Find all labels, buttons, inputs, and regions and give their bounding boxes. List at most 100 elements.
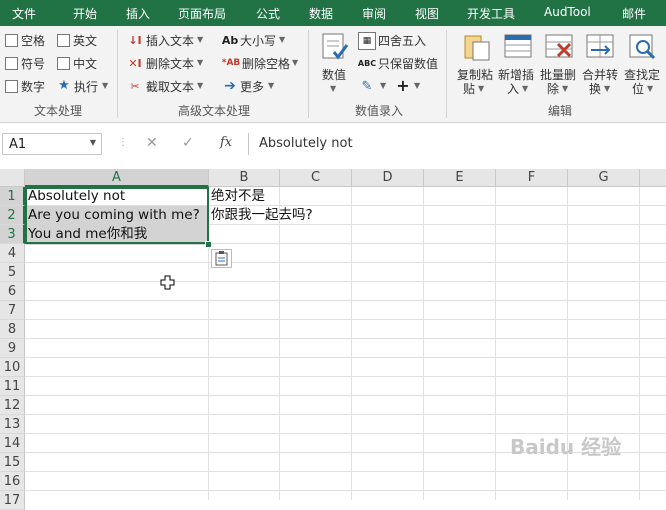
cell-b1[interactable]: 绝对不是 bbox=[211, 187, 265, 206]
column-header-e[interactable]: E bbox=[424, 169, 496, 187]
checkbox-chinese-label: 中文 bbox=[73, 57, 98, 71]
merge-convert-dropdown-icon[interactable]: ▼ bbox=[604, 84, 610, 93]
cell-a2[interactable]: Are you coming with me? bbox=[28, 206, 200, 225]
case-button[interactable]: 大小写 bbox=[240, 32, 276, 49]
row-header[interactable]: 9 bbox=[0, 339, 25, 358]
checkbox-chinese[interactable] bbox=[57, 57, 70, 70]
column-header-g[interactable]: G bbox=[568, 169, 640, 187]
numeric-dropdown-icon[interactable]: ▼ bbox=[330, 84, 336, 93]
menu-review[interactable]: 审阅 bbox=[362, 5, 386, 22]
row-header[interactable]: 1 bbox=[0, 187, 25, 206]
insert-text-dropdown-icon[interactable]: ▼ bbox=[197, 35, 203, 44]
copy-paste-dropdown-icon[interactable]: ▼ bbox=[478, 84, 484, 93]
find-locate-dropdown-icon[interactable]: ▼ bbox=[647, 84, 653, 93]
column-header-f[interactable]: F bbox=[496, 169, 568, 187]
delete-spaces-dropdown-icon[interactable]: ▼ bbox=[292, 58, 298, 67]
add-icon[interactable]: + bbox=[396, 76, 410, 95]
menu-file[interactable]: 文件 bbox=[12, 5, 36, 22]
group-label-advanced-text: 高级文本处理 bbox=[178, 104, 251, 118]
column-header-c[interactable]: C bbox=[280, 169, 352, 187]
insert-function-icon[interactable]: fx bbox=[220, 135, 232, 150]
column-header-h[interactable] bbox=[640, 169, 666, 187]
insert-rows-icon bbox=[504, 34, 532, 58]
row-header[interactable]: 8 bbox=[0, 320, 25, 339]
copy-paste-icon bbox=[464, 35, 490, 61]
delete-spaces-button[interactable]: 删除空格 bbox=[242, 55, 290, 72]
select-all-corner[interactable] bbox=[0, 169, 25, 187]
extract-text-button[interactable]: 截取文本 bbox=[146, 78, 194, 95]
checkbox-symbol-label: 符号 bbox=[21, 57, 46, 71]
paste-options-button[interactable] bbox=[211, 249, 232, 268]
column-header-b[interactable]: B bbox=[209, 169, 280, 187]
row-header[interactable]: 16 bbox=[0, 472, 25, 491]
row-header[interactable]: 15 bbox=[0, 453, 25, 472]
gridline bbox=[25, 357, 666, 358]
menu-insert[interactable]: 插入 bbox=[126, 5, 150, 22]
menu-developer[interactable]: 开发工具 bbox=[467, 5, 515, 22]
column-header-d[interactable]: D bbox=[352, 169, 424, 187]
batch-delete-dropdown-icon[interactable]: ▼ bbox=[562, 84, 568, 93]
cell-a3[interactable]: You and me你和我 bbox=[28, 225, 147, 244]
gridline bbox=[25, 338, 666, 339]
cell-b2[interactable]: 你跟我一起去吗? bbox=[211, 206, 313, 225]
cancel-icon[interactable]: ✕ bbox=[146, 135, 158, 151]
batch-delete-icon bbox=[545, 34, 573, 58]
cell-a1[interactable]: Absolutely not bbox=[28, 187, 125, 206]
delete-text-button[interactable]: 删除文本 bbox=[146, 55, 194, 72]
name-box-dropdown-icon[interactable]: ▼ bbox=[90, 138, 96, 147]
row-header[interactable]: 11 bbox=[0, 377, 25, 396]
enter-icon[interactable]: ✓ bbox=[182, 135, 194, 151]
insert-rows-dropdown-icon[interactable]: ▼ bbox=[522, 84, 528, 93]
execute-button[interactable]: 执行 bbox=[74, 78, 98, 95]
checkbox-space[interactable] bbox=[5, 34, 18, 47]
checkbox-english-label: 英文 bbox=[73, 34, 98, 48]
insert-text-icon: ↓I bbox=[128, 33, 142, 47]
case-dropdown-icon[interactable]: ▼ bbox=[279, 35, 285, 44]
checkbox-english[interactable] bbox=[57, 34, 70, 47]
delete-spaces-icon: *AB bbox=[221, 58, 241, 68]
row-header[interactable]: 13 bbox=[0, 415, 25, 434]
menu-bar: 文件 开始 插入 页面布局 公式 数据 审阅 视图 开发工具 AudTool 邮… bbox=[0, 0, 666, 26]
delete-text-dropdown-icon[interactable]: ▼ bbox=[197, 58, 203, 67]
menu-home[interactable]: 开始 bbox=[73, 5, 97, 22]
execute-dropdown-icon[interactable]: ▼ bbox=[102, 81, 108, 90]
checkbox-symbol[interactable] bbox=[5, 57, 18, 70]
round-button[interactable]: 四舍五入 bbox=[378, 32, 426, 49]
row-header[interactable]: 4 bbox=[0, 244, 25, 263]
merge-convert-icon bbox=[586, 34, 614, 58]
row-header[interactable]: 5 bbox=[0, 263, 25, 282]
name-box[interactable]: A1 ▼ bbox=[2, 133, 102, 155]
menu-data[interactable]: 数据 bbox=[309, 5, 333, 22]
menu-page-layout[interactable]: 页面布局 bbox=[178, 5, 226, 22]
gridline bbox=[25, 319, 666, 320]
menu-view[interactable]: 视图 bbox=[415, 5, 439, 22]
row-header[interactable]: 2 bbox=[0, 206, 25, 225]
row-header[interactable]: 14 bbox=[0, 434, 25, 453]
fill-handle[interactable] bbox=[205, 241, 212, 248]
checkbox-number[interactable] bbox=[5, 80, 18, 93]
keep-value-button[interactable]: 只保留数值 bbox=[378, 55, 438, 72]
more-dropdown-icon[interactable]: ▼ bbox=[268, 81, 274, 90]
edit-pen-dropdown-icon[interactable]: ▼ bbox=[380, 81, 386, 90]
row-header[interactable]: 12 bbox=[0, 396, 25, 415]
menu-mail[interactable]: 邮件 bbox=[622, 5, 646, 22]
row-header[interactable]: 6 bbox=[0, 282, 25, 301]
formula-input[interactable]: Absolutely not bbox=[248, 133, 666, 155]
gridline bbox=[423, 187, 424, 500]
numeric-button[interactable]: 数值 bbox=[322, 66, 346, 83]
menu-audtool[interactable]: AudTool bbox=[544, 5, 591, 19]
add-dropdown-icon[interactable]: ▼ bbox=[414, 81, 420, 90]
column-header-a[interactable]: A bbox=[25, 169, 209, 187]
ribbon: 空格 英文 符号 中文 数字 ★ 执行 ▼ 文本处理 ↓I 插入文本 ▼ ✕I … bbox=[0, 26, 666, 123]
menu-formulas[interactable]: 公式 bbox=[256, 5, 280, 22]
insert-text-button[interactable]: 插入文本 bbox=[146, 32, 194, 49]
edit-pen-icon[interactable]: ✎ bbox=[358, 78, 376, 94]
worksheet-grid[interactable]: A B C D E F G 1 2 3 4 5 6 7 8 9 10 11 12… bbox=[0, 169, 666, 510]
row-header[interactable]: 3 bbox=[0, 225, 25, 244]
gridline bbox=[639, 187, 640, 500]
row-header[interactable]: 10 bbox=[0, 358, 25, 377]
more-button[interactable]: 更多 bbox=[240, 78, 264, 95]
row-header[interactable]: 17 bbox=[0, 491, 25, 510]
row-header[interactable]: 7 bbox=[0, 301, 25, 320]
extract-text-dropdown-icon[interactable]: ▼ bbox=[197, 81, 203, 90]
